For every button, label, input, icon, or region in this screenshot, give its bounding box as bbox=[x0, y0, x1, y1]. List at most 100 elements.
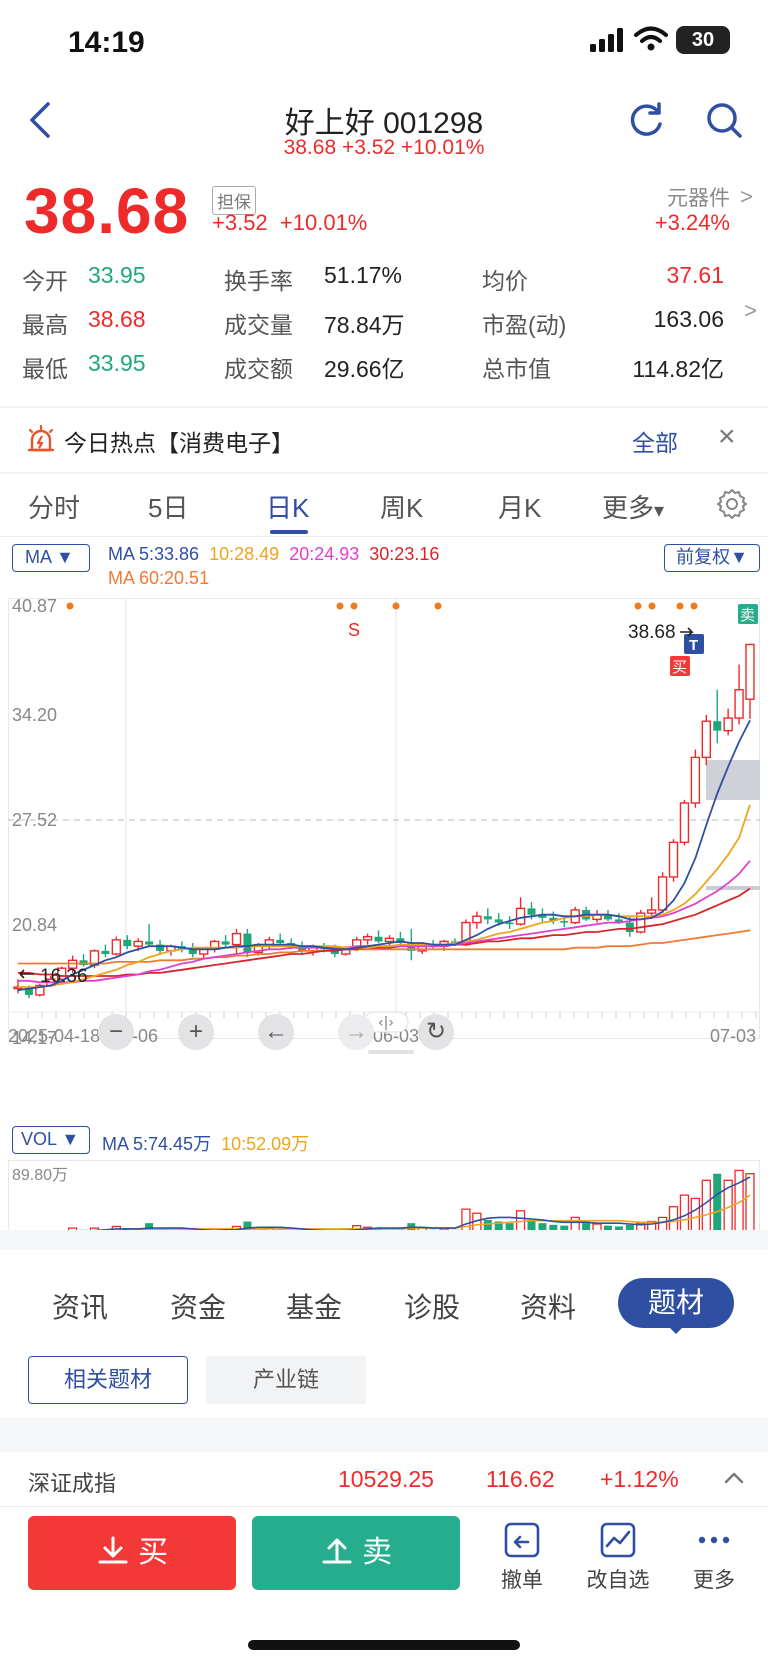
buy-label: 买 bbox=[138, 1536, 169, 1569]
info-tab[interactable]: 资金 bbox=[170, 1286, 226, 1326]
event-marker-dot bbox=[66, 602, 74, 610]
tab-period[interactable]: 月K bbox=[498, 488, 541, 525]
buy-button[interactable]: 买 bbox=[28, 1516, 236, 1590]
quote-value: 163.06 bbox=[653, 306, 724, 332]
y-tick-label: 40.87 bbox=[12, 598, 57, 616]
candle-body bbox=[734, 689, 744, 719]
status-bar: 14:19 30 bbox=[0, 0, 768, 84]
hot-topic-text[interactable]: 今日热点【消费电子】 bbox=[64, 424, 294, 458]
quote-value: 33.95 bbox=[88, 262, 146, 288]
tab-period[interactable]: 周K bbox=[380, 488, 423, 525]
tab-period[interactable]: 更多▾ bbox=[602, 488, 664, 525]
tab-label: 周K bbox=[380, 493, 424, 523]
vol-ma-legend: MA 5:74.45万 10:52.09万 bbox=[102, 1130, 309, 1156]
ma30-value: 30:23.16 bbox=[369, 544, 440, 564]
tab-period[interactable]: 5日 bbox=[148, 488, 188, 525]
candle-body bbox=[472, 915, 482, 924]
quote-value: 78.84万 bbox=[324, 312, 405, 338]
caret-down-icon: ▾ bbox=[654, 500, 665, 522]
candle-body bbox=[668, 841, 679, 878]
tab-label: 5日 bbox=[148, 493, 189, 523]
sell-label: 卖 bbox=[362, 1536, 393, 1569]
gear-icon[interactable] bbox=[716, 488, 748, 520]
hot-all-link[interactable]: 全部 bbox=[632, 424, 678, 458]
candle-body bbox=[701, 720, 711, 759]
index-change: 116.62 bbox=[486, 1466, 555, 1492]
caret-down-icon: ▼ bbox=[61, 1129, 80, 1149]
vol-button-label: VOL bbox=[21, 1129, 57, 1149]
quote-row: 今开 33.95 换手率 51.17% 均价 37.61 bbox=[22, 262, 752, 298]
candle-body bbox=[243, 933, 252, 953]
candle-body bbox=[384, 937, 395, 943]
active-tab-underline bbox=[270, 530, 308, 534]
vol-indicator-select[interactable]: VOL ▼ bbox=[12, 1126, 90, 1154]
zoom-out-button[interactable]: − bbox=[98, 1014, 134, 1050]
sub-tab-related-topics[interactable]: 相关题材 bbox=[28, 1356, 188, 1404]
candle-body bbox=[657, 876, 668, 911]
cancel-order-icon bbox=[504, 1522, 540, 1558]
ma10-line bbox=[18, 804, 751, 989]
ma5-value: MA 5:33.86 bbox=[108, 544, 200, 564]
index-pct: +1.12% bbox=[600, 1466, 679, 1492]
home-indicator[interactable] bbox=[248, 1640, 520, 1650]
quote-value: 51.17% bbox=[324, 262, 403, 288]
candle-body bbox=[505, 922, 514, 925]
event-marker-dot bbox=[434, 602, 442, 610]
chart-frame bbox=[8, 598, 760, 1039]
refresh-icon[interactable] bbox=[626, 100, 666, 140]
quote-label: 今开 bbox=[22, 268, 68, 294]
event-marker-dot bbox=[350, 602, 358, 610]
close-icon[interactable]: × bbox=[718, 420, 736, 454]
info-tab[interactable]: 基金 bbox=[286, 1286, 342, 1326]
candle-body bbox=[101, 950, 110, 955]
edit-watchlist-button[interactable]: 改自选 bbox=[578, 1516, 658, 1594]
chevron-right-icon[interactable]: > bbox=[744, 298, 757, 324]
sell-button[interactable]: 卖 bbox=[252, 1516, 460, 1590]
volume-chart[interactable]: 89.80万 bbox=[8, 1160, 760, 1240]
info-tab[interactable]: 题材 bbox=[618, 1278, 734, 1328]
rotate-button[interactable]: ↻ bbox=[418, 1014, 454, 1050]
info-tab[interactable]: 诊股 bbox=[404, 1286, 460, 1326]
tab-period[interactable]: 分时 bbox=[28, 488, 80, 525]
quote-label: 成交额 bbox=[224, 356, 293, 382]
candle-body bbox=[690, 756, 701, 804]
volume-ma5-line bbox=[18, 1176, 751, 1235]
kline-chart[interactable]: 40.8734.2027.5220.8414.17S卖T买38.6816.362… bbox=[8, 598, 760, 1078]
candle-body bbox=[374, 936, 383, 942]
download-arrow-icon bbox=[98, 1536, 128, 1564]
pan-right-button[interactable]: → bbox=[338, 1014, 374, 1050]
caret-down-icon: ▼ bbox=[56, 547, 74, 567]
ma-legend-row2: MA 60:20.51 bbox=[108, 568, 209, 589]
alarm-icon bbox=[27, 424, 55, 452]
quote-label: 成交量 bbox=[224, 312, 293, 338]
chevron-up-icon[interactable] bbox=[722, 1468, 746, 1488]
pan-left-button[interactable]: ← bbox=[258, 1014, 294, 1050]
quote-value: 29.66亿 bbox=[324, 356, 405, 382]
tab-period[interactable]: 日K bbox=[266, 488, 309, 525]
event-marker-dot bbox=[676, 602, 684, 610]
divider bbox=[0, 1418, 768, 1452]
zoom-in-button[interactable]: + bbox=[178, 1014, 214, 1050]
x-tick-label: 2025-04-18 bbox=[8, 1026, 100, 1046]
adjust-mode-select[interactable]: 前复权▼ bbox=[664, 544, 760, 572]
x-tick-label: 07-03 bbox=[710, 1026, 756, 1046]
ma-indicator-select[interactable]: MA ▼ bbox=[12, 544, 90, 572]
sell-marker: 卖 bbox=[740, 606, 755, 624]
event-marker-dot bbox=[690, 602, 698, 610]
event-marker-dot bbox=[634, 602, 642, 610]
info-tab[interactable]: 资讯 bbox=[52, 1286, 108, 1326]
search-icon[interactable] bbox=[704, 100, 744, 140]
volume-max-label: 89.80万 bbox=[12, 1167, 68, 1184]
caret-down-icon: ▼ bbox=[730, 547, 748, 567]
buy-marker: 买 bbox=[672, 658, 687, 676]
chevron-right-icon[interactable]: > bbox=[740, 184, 753, 210]
more-button[interactable]: 更多 bbox=[674, 1516, 754, 1594]
info-tab[interactable]: 资料 bbox=[520, 1286, 576, 1326]
candle-body bbox=[560, 920, 569, 923]
quote-value: 37.61 bbox=[666, 262, 724, 288]
wifi-icon bbox=[634, 26, 668, 51]
sector-name[interactable]: 元器件 bbox=[667, 182, 730, 212]
price-change-abs: +3.52 bbox=[212, 210, 268, 235]
cancel-order-button[interactable]: 撤单 bbox=[482, 1516, 562, 1594]
sub-tab-industry-chain[interactable]: 产业链 bbox=[206, 1356, 366, 1404]
